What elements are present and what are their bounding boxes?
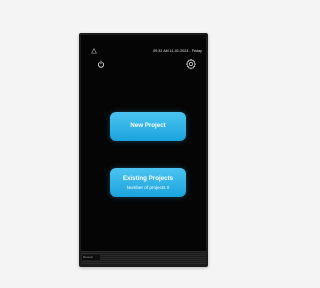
new-project-label: New Project	[130, 122, 166, 129]
bottom-bezel: Mesonet	[81, 251, 206, 265]
warning-triangle-icon	[91, 48, 97, 54]
existing-projects-button[interactable]: Existing Projects Number of projects 0	[110, 168, 186, 197]
footer-tag: Mesonet	[82, 255, 100, 260]
gear-icon[interactable]	[185, 58, 197, 70]
power-icon[interactable]	[97, 60, 105, 68]
status-bar: 09:32 AM 11-01-2024 - Friday	[81, 48, 206, 57]
project-count-label: Number of projects 0	[126, 185, 170, 190]
screen: 09:32 AM 11-01-2024 - Friday New Project…	[81, 35, 206, 251]
datetime-label: 09:32 AM 11-01-2024 - Friday	[153, 49, 202, 53]
existing-projects-label: Existing Projects	[122, 175, 174, 182]
new-project-button[interactable]: New Project	[110, 112, 186, 141]
device-frame: 09:32 AM 11-01-2024 - Friday New Project…	[79, 33, 208, 267]
